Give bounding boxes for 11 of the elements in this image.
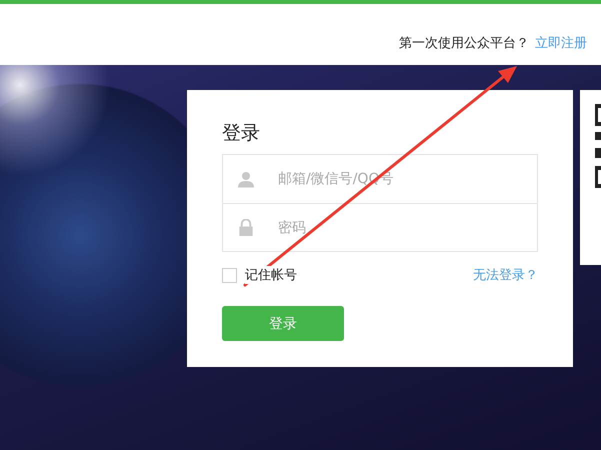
register-link[interactable]: 立即注册 <box>535 34 587 52</box>
login-button[interactable]: 登录 <box>222 306 344 341</box>
input-field[interactable]: 密码 <box>223 203 537 251</box>
login-title: 登录 <box>222 121 261 146</box>
user-icon <box>238 170 254 188</box>
remember-label: 记住帐号 <box>245 266 297 284</box>
register-prompt: 第一次使用公众平台？ <box>399 34 529 52</box>
text-input[interactable]: 密码 <box>276 218 537 236</box>
remember-checkbox[interactable] <box>222 268 237 282</box>
cannot-login-link[interactable]: 无法登录？ <box>473 266 538 284</box>
lock-icon <box>238 219 254 236</box>
